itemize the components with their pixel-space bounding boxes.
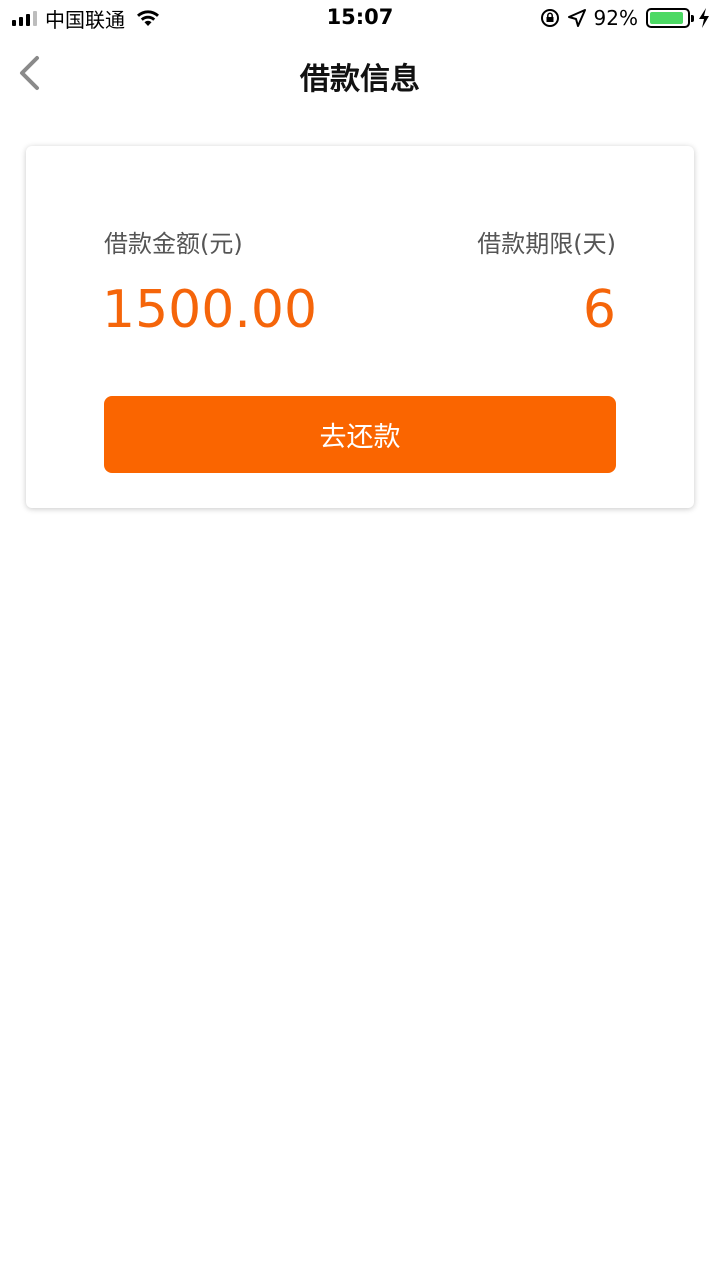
loan-info-card: 借款金额(元) 借款期限(天) 1500.00 6 去还款	[26, 146, 694, 508]
battery-icon	[646, 8, 694, 28]
battery-fill	[650, 12, 684, 24]
page-title: 借款信息	[300, 62, 420, 97]
loan-amount-label: 借款金额(元)	[104, 230, 243, 258]
status-right: 92%	[540, 6, 710, 30]
battery-percent: 92%	[593, 6, 638, 30]
location-arrow-icon	[567, 9, 586, 27]
rotation-lock-icon	[540, 9, 559, 27]
charging-bolt-icon	[699, 8, 709, 28]
loan-amount-value: 1500.00	[102, 280, 318, 340]
repay-button[interactable]: 去还款	[104, 396, 616, 473]
loan-term-value: 6	[582, 280, 616, 340]
navigation-bar: 借款信息	[0, 36, 720, 110]
status-bar: 中国联通 15:07 92%	[0, 0, 720, 36]
loan-term-label: 借款期限(天)	[477, 230, 616, 258]
